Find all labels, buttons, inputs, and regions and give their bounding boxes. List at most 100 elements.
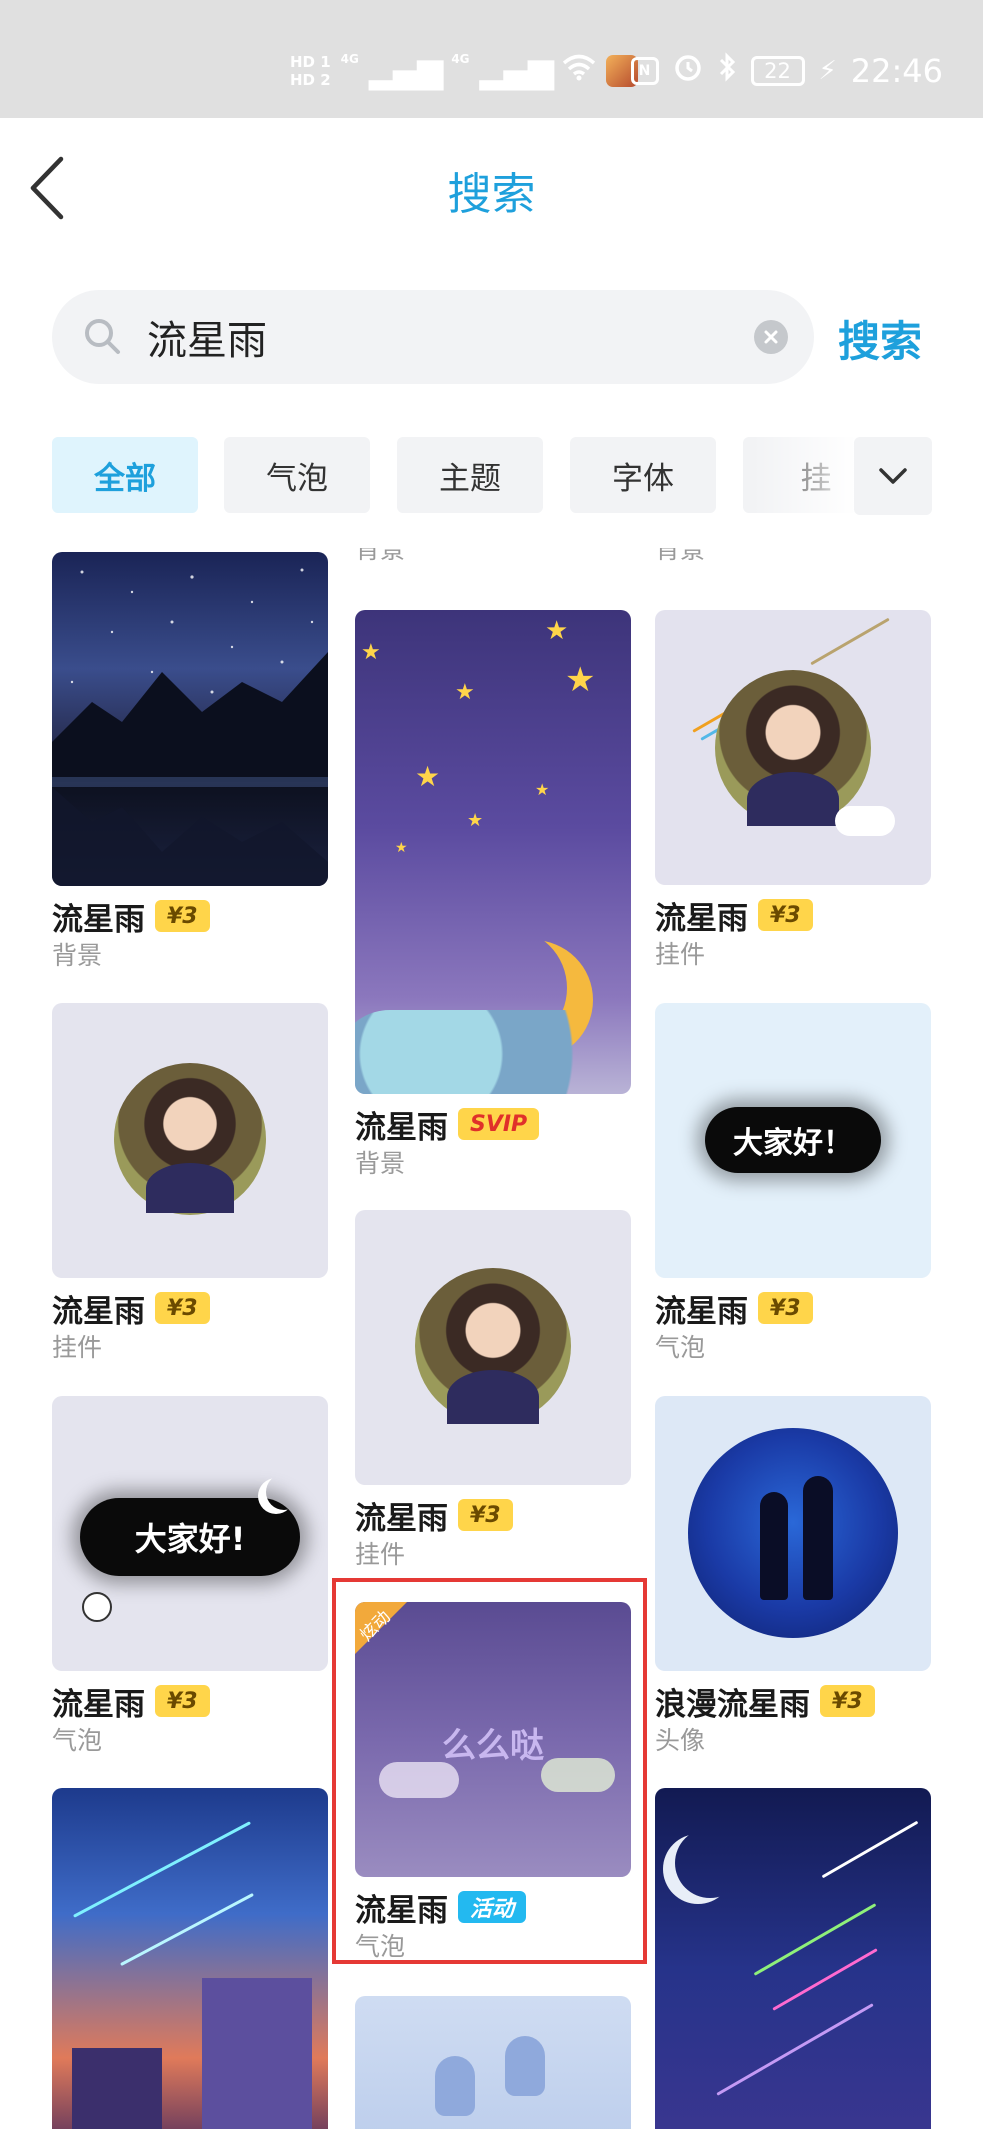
price-badge: ¥3 — [820, 1685, 875, 1717]
result-card[interactable]: 大家好! 流星雨 ¥3 气泡 — [52, 1396, 328, 1757]
meteor-streak — [810, 617, 890, 666]
result-card[interactable] — [655, 1788, 931, 2129]
tab-all[interactable]: 全部 — [52, 437, 198, 513]
tab-theme[interactable]: 主题 — [397, 437, 543, 513]
bubble-preview: 大家好! — [80, 1498, 300, 1576]
tulip-shape — [505, 2036, 545, 2096]
card-name: 流星雨 — [355, 1109, 448, 1146]
tab-font[interactable]: 字体 — [570, 437, 716, 513]
card-title-line: 流星雨 SVIP — [355, 1106, 631, 1146]
result-card[interactable] — [52, 1788, 328, 2129]
building — [72, 2048, 162, 2129]
price-badge: ¥3 — [155, 1292, 210, 1324]
card-title-line: 流星雨 ¥3 — [355, 1497, 631, 1537]
sim1-label: HD 1 — [290, 53, 331, 71]
meteor-streak — [120, 1892, 254, 1967]
thumbnail-starry-mountains — [52, 552, 328, 886]
page-title: 搜索 — [447, 169, 536, 220]
price-badge: ¥3 — [458, 1499, 513, 1531]
thumbnail-couple-avatar — [655, 1396, 931, 1671]
header: 搜索 — [0, 118, 983, 258]
filter-tabs: 全部 气泡 主题 字体 挂 — [52, 437, 932, 513]
net1-label: 4G — [340, 52, 359, 66]
result-card[interactable]: 流星雨 ¥3 挂件 — [355, 1210, 631, 1571]
card-name: 流星雨 — [355, 1500, 448, 1537]
charging-icon: ⚡ — [818, 56, 837, 86]
avatar-dress — [447, 1370, 539, 1424]
card-title-line: 流星雨 ¥3 — [52, 898, 328, 938]
tulip-shape — [435, 2056, 475, 2116]
thumbnail-bubble: 大家好! — [52, 1396, 328, 1671]
meteor-streak — [753, 1903, 877, 1976]
card-name: 流星雨 — [655, 900, 748, 937]
signal-icon: ▂▄▆ — [479, 51, 554, 91]
result-card[interactable]: 浪漫流星雨 ¥3 头像 — [655, 1396, 931, 1757]
card-category: 背景 — [355, 548, 406, 564]
card-category: 挂件 — [655, 940, 706, 969]
close-icon — [764, 330, 778, 344]
search-icon — [82, 316, 122, 360]
star-icon: ★ — [545, 616, 569, 646]
clear-search-button[interactable] — [754, 320, 788, 354]
thumbnail-city-meteor — [52, 1788, 328, 2129]
bubble-preview: 大家好！ — [705, 1107, 881, 1173]
card-category: 挂件 — [355, 1540, 406, 1569]
card-name: 流星雨 — [52, 1686, 145, 1723]
thumbnail-avatar-meteor-pendant — [655, 610, 931, 885]
star-icon: ★ — [467, 810, 484, 831]
card-category: 挂件 — [52, 1333, 103, 1362]
star-icon: ★ — [535, 780, 550, 799]
thumbnail-flower — [355, 1996, 631, 2129]
thumbnail-moon-stars: ★ ★ ★ ★ ★ ★ ★ ★ — [355, 610, 631, 1094]
search-input[interactable] — [147, 290, 727, 384]
card-category: 头像 — [655, 1726, 706, 1755]
star-icon: ★ — [395, 840, 408, 856]
moon-icon — [266, 1474, 302, 1510]
card-title-line: 流星雨 ¥3 — [655, 1290, 931, 1330]
result-card[interactable]: 大家好！ 流星雨 ¥3 气泡 — [655, 1003, 931, 1364]
meteor-streak — [73, 1821, 251, 1918]
selection-highlight — [332, 1578, 647, 1964]
star-icon: ★ — [361, 640, 381, 665]
thumbnail-avatar-pendant — [355, 1210, 631, 1485]
expand-tabs-button[interactable] — [854, 437, 932, 515]
thumbnail-avatar-pendant — [52, 1003, 328, 1278]
price-badge: ¥3 — [758, 1292, 813, 1324]
cloud — [355, 1010, 631, 1094]
couple-silhouette — [803, 1476, 833, 1600]
bluetooth-icon — [717, 52, 737, 90]
meteor-streak — [772, 1948, 878, 2011]
star-icon: ★ — [565, 660, 596, 700]
chevron-down-icon — [879, 468, 907, 484]
alarm-icon — [673, 52, 703, 90]
status-bar: HD 1 HD 2 4G ▂▄▆ 4G ▂▄▆ N 22 ⚡ 22:46 — [0, 0, 983, 118]
card-title-line: 流星雨 ¥3 — [52, 1290, 328, 1330]
card-name: 流星雨 — [52, 901, 145, 938]
result-card[interactable] — [355, 1996, 631, 2129]
avatar-dress — [747, 772, 839, 826]
sim2-label: HD 2 — [290, 71, 331, 89]
result-card[interactable]: 流星雨 ¥3 背景 — [52, 552, 328, 972]
card-name: 浪漫流星雨 — [655, 1686, 810, 1723]
planet-icon — [82, 1592, 112, 1622]
result-card[interactable]: 流星雨 ¥3 挂件 — [52, 1003, 328, 1364]
search-box[interactable] — [52, 290, 814, 384]
search-button[interactable]: 搜索 — [838, 308, 922, 369]
tab-bubble[interactable]: 气泡 — [224, 437, 370, 513]
star-icon: ★ — [455, 680, 475, 705]
avatar — [688, 1428, 898, 1638]
sim-indicator: HD 1 HD 2 — [290, 53, 331, 89]
card-title-line: 流星雨 ¥3 — [655, 897, 931, 937]
wifi-icon — [562, 53, 596, 89]
result-card[interactable]: ★ ★ ★ ★ ★ ★ ★ ★ 流星雨 SVIP 背景 — [355, 610, 631, 1180]
couple-silhouette — [760, 1492, 788, 1600]
price-badge: ¥3 — [155, 1685, 210, 1717]
star-icon: ★ — [415, 760, 441, 793]
price-badge: ¥3 — [155, 900, 210, 932]
moon-icon — [675, 1828, 745, 1898]
card-category: 背景 — [655, 548, 706, 564]
result-card[interactable]: 流星雨 ¥3 挂件 — [655, 610, 931, 971]
meteor-streak — [821, 1820, 919, 1879]
card-name: 流星雨 — [655, 1293, 748, 1330]
card-name: 流星雨 — [52, 1293, 145, 1330]
